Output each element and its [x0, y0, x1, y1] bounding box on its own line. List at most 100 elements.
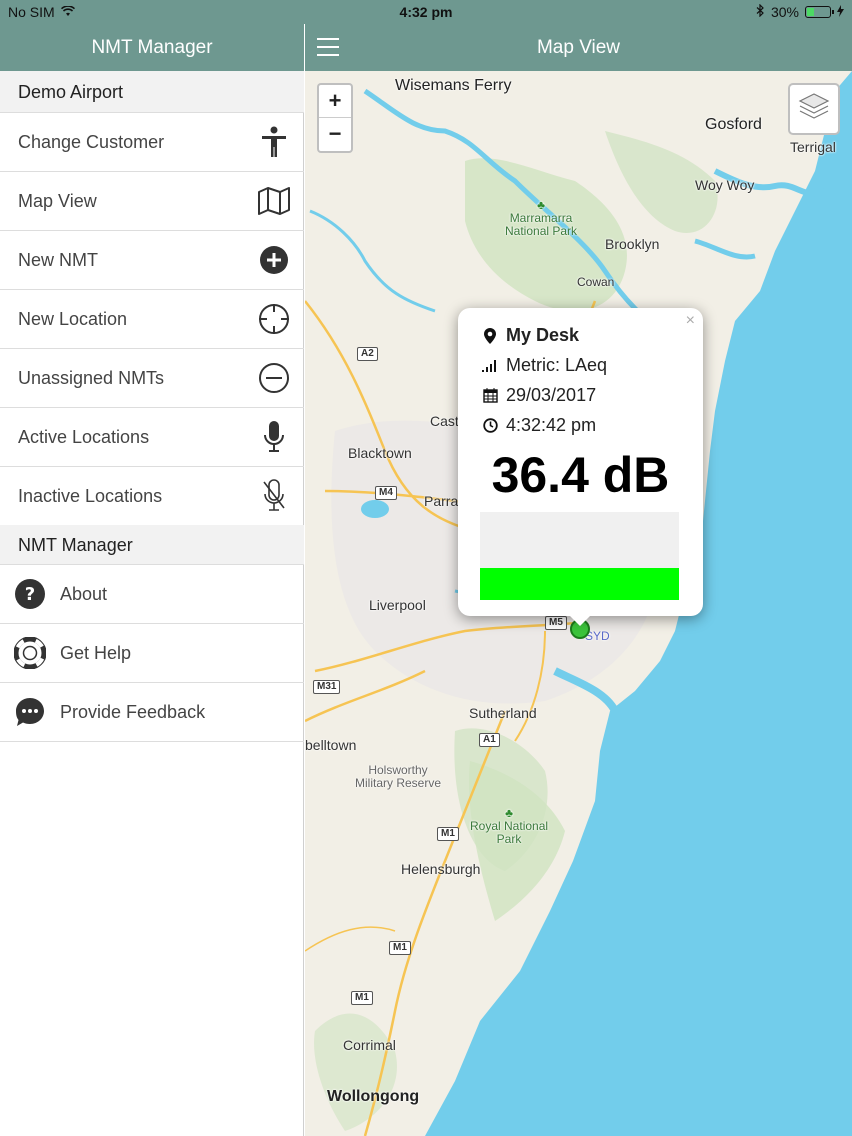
popup-location-row: My Desk	[482, 325, 579, 346]
zoom-control: + −	[317, 83, 353, 153]
section-header-demo-airport: Demo Airport	[0, 71, 304, 113]
microphone-slash-icon	[256, 478, 292, 514]
map-icon	[256, 183, 292, 219]
popup-metric-row: Metric: LAeq	[482, 355, 607, 376]
noise-level-value: 36.4 dB	[491, 447, 670, 503]
layers-button[interactable]	[788, 83, 840, 135]
road-shield: M31	[313, 680, 341, 694]
place-label: Liverpool	[369, 597, 426, 613]
road-shield: A2	[357, 347, 378, 361]
zoom-in-button[interactable]: +	[319, 85, 351, 117]
popup-close-button[interactable]: ×	[686, 312, 695, 330]
popup-metric: Metric: LAeq	[506, 355, 608, 375]
noise-level-gauge	[480, 512, 679, 600]
menu-item-new-nmt[interactable]: New NMT	[0, 231, 304, 290]
plus-circle-icon	[256, 242, 292, 278]
status-bar: No SIM 4:32 pm 30%	[0, 0, 852, 24]
menu-item-label: Get Help	[60, 642, 132, 663]
sidebar-title: NMT Manager	[0, 24, 304, 71]
road-shield: M5	[545, 616, 567, 630]
charging-icon	[837, 4, 844, 20]
road-shield: M4	[375, 486, 397, 500]
clock: 4:32 pm	[399, 4, 453, 20]
menu-item-label: Unassigned NMTs	[18, 367, 165, 388]
menu-item-map-view[interactable]: Map View	[0, 172, 304, 231]
place-label: Cast	[430, 413, 459, 429]
menu-item-label: Provide Feedback	[60, 701, 206, 722]
battery-percent: 30%	[770, 4, 799, 20]
clock-icon	[482, 418, 498, 434]
battery-icon	[805, 6, 834, 18]
military-label: Holsworthy Military Reserve	[355, 764, 441, 790]
park-label: ♣ Royal National Park	[470, 807, 548, 846]
menu-item-label: Inactive Locations	[18, 485, 163, 506]
section-header-nmt-manager: NMT Manager	[0, 525, 304, 565]
calendar-icon	[482, 388, 498, 404]
side-menu: NMT Manager Demo Airport Change Customer…	[0, 0, 304, 1136]
signal-bars-icon	[482, 358, 498, 374]
hamburger-menu-icon[interactable]	[317, 38, 339, 56]
place-label: National Park	[505, 224, 578, 238]
menu-item-label: New Location	[18, 308, 128, 329]
popup-date-row: 29/03/2017	[482, 385, 596, 406]
place-label: Helensburgh	[401, 861, 481, 877]
popup-date: 29/03/2017	[506, 385, 597, 405]
place-label: Woy Woy	[695, 177, 755, 193]
popup-location-name: My Desk	[506, 325, 580, 345]
person-icon	[256, 124, 292, 160]
park-icon: ♣	[537, 198, 545, 212]
road-shield: M1	[351, 991, 373, 1005]
menu-item-get-help[interactable]: Get Help	[0, 624, 304, 683]
place-label: Marramarra	[509, 211, 573, 225]
question-circle-icon: ?	[13, 577, 47, 611]
menu-item-unassigned-nmts[interactable]: Unassigned NMTs	[0, 349, 304, 408]
zoom-out-button[interactable]: −	[319, 117, 351, 149]
noise-level-bar	[480, 568, 679, 600]
place-label: Blacktown	[348, 445, 412, 461]
road-shield: A1	[479, 733, 500, 747]
menu-item-active-locations[interactable]: Active Locations	[0, 408, 304, 467]
menu-item-inactive-locations[interactable]: Inactive Locations	[0, 467, 304, 526]
menu-item-label: Map View	[18, 190, 97, 211]
menu-item-label: Change Customer	[18, 131, 165, 152]
road-shield: M1	[389, 941, 411, 955]
map-title: Map View	[536, 37, 621, 58]
lifebuoy-icon	[13, 636, 47, 670]
svg-text:?: ?	[25, 584, 35, 605]
place-label: belltown	[305, 737, 357, 753]
place-label: Cowan	[577, 275, 615, 289]
place-label: Brooklyn	[605, 236, 660, 252]
location-popup: × My Desk Metric: LAeq 29/03/2017 4:32:4…	[458, 308, 703, 626]
minus-circle-icon	[256, 360, 292, 396]
menu-item-label: About	[60, 583, 108, 604]
place-label: Sutherland	[469, 705, 537, 721]
place-label: Wollongong	[327, 1088, 420, 1105]
menu-item-change-customer[interactable]: Change Customer	[0, 113, 304, 172]
map-header: Map View	[305, 24, 852, 71]
park-label: ♣ Marramarra National Park	[505, 199, 577, 238]
place-label: Parra	[424, 493, 459, 509]
place-label: Holsworthy	[368, 763, 428, 777]
popup-time: 4:32:42 pm	[506, 415, 597, 435]
place-label: Park	[496, 832, 522, 846]
place-label: Terrigal	[790, 139, 836, 155]
road-shield: M1	[437, 827, 459, 841]
place-label: Military Reserve	[355, 776, 442, 790]
park-icon: ♣	[505, 806, 513, 820]
place-label: Wisemans Ferry	[395, 77, 512, 94]
menu-item-new-location[interactable]: New Location	[0, 290, 304, 349]
microphone-icon	[256, 419, 292, 455]
place-label: Royal National	[470, 819, 549, 833]
menu-item-label: New NMT	[18, 249, 98, 270]
place-label: Corrimal	[343, 1037, 396, 1053]
popup-time-row: 4:32:42 pm	[482, 415, 596, 436]
crosshair-icon	[256, 301, 292, 337]
layers-icon	[798, 92, 830, 127]
place-label: Gosford	[705, 116, 762, 133]
map-pin-icon	[482, 327, 498, 344]
menu-item-provide-feedback[interactable]: Provide Feedback	[0, 683, 304, 742]
bluetooth-icon	[756, 3, 765, 20]
chat-bubble-icon	[13, 695, 47, 729]
menu-item-about[interactable]: ? About	[0, 565, 304, 624]
menu-item-label: Active Locations	[18, 426, 150, 447]
